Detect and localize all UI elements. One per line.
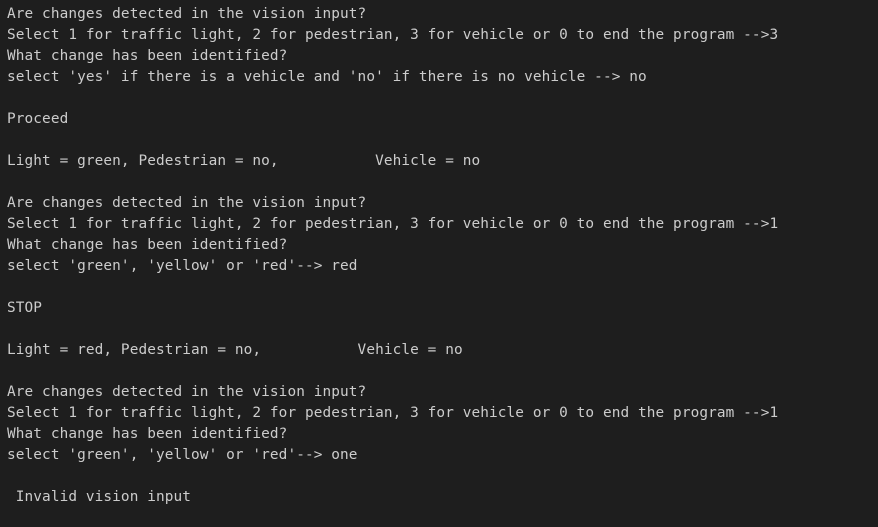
output-line: Are changes detected in the vision input… bbox=[7, 195, 367, 211]
output-line: Are changes detected in the vision input… bbox=[7, 6, 367, 22]
output-line: STOP bbox=[7, 300, 43, 316]
output-line: select 'green', 'yellow' or 'red'--> one bbox=[7, 447, 358, 463]
output-line: select 'yes' if there is a vehicle and '… bbox=[7, 69, 647, 85]
output-line: Are changes detected in the vision input… bbox=[7, 384, 367, 400]
output-line: Select 1 for traffic light, 2 for pedest… bbox=[7, 405, 779, 421]
output-line: What change has been identified? bbox=[7, 237, 288, 253]
output-line: What change has been identified? bbox=[7, 426, 288, 442]
output-line: What change has been identified? bbox=[7, 48, 288, 64]
output-line: select 'green', 'yellow' or 'red'--> red bbox=[7, 258, 358, 274]
output-line: Select 1 for traffic light, 2 for pedest… bbox=[7, 27, 779, 43]
output-line: Light = red, Pedestrian = no, Vehicle = … bbox=[7, 342, 463, 358]
output-line: Light = green, Pedestrian = no, Vehicle … bbox=[7, 153, 481, 169]
output-line: Invalid vision input bbox=[7, 489, 192, 505]
output-line: Proceed bbox=[7, 111, 69, 127]
terminal-output: Are changes detected in the vision input… bbox=[0, 0, 878, 527]
output-line: Select 1 for traffic light, 2 for pedest… bbox=[7, 216, 779, 232]
